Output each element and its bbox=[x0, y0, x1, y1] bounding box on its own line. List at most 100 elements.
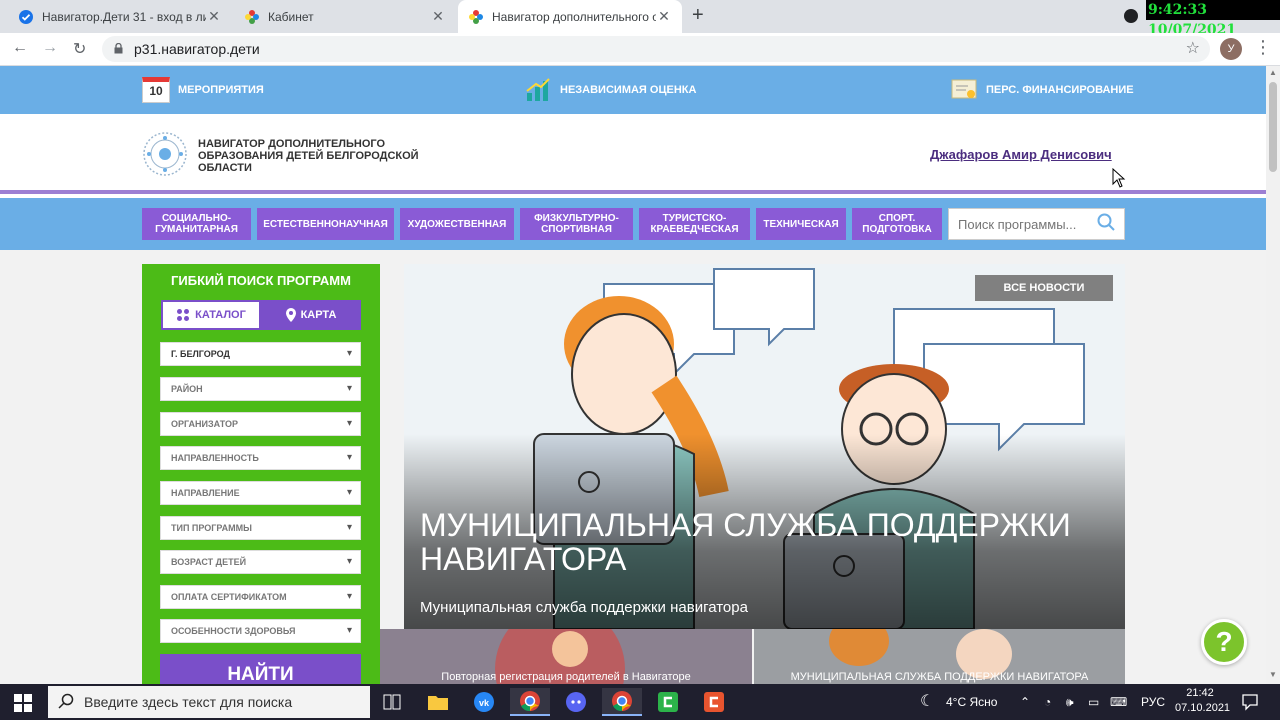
vk-glyph: vk bbox=[474, 692, 494, 712]
menu-dots-icon[interactable]: ⋮ bbox=[1254, 37, 1272, 58]
financing-label: Перс. финансирование bbox=[986, 84, 1134, 96]
navigator-logo-icon[interactable] bbox=[142, 131, 188, 177]
scrollbar-thumb[interactable] bbox=[1269, 82, 1277, 172]
select-value: Оплата сертификатом bbox=[171, 592, 287, 602]
catalog-toggle[interactable]: Каталог bbox=[161, 300, 261, 330]
taskbar-clock[interactable]: 21:42 07.10.2021 bbox=[1175, 686, 1230, 716]
chevron-down-icon: ▾ bbox=[346, 418, 352, 429]
check-circle-icon bbox=[19, 9, 33, 24]
volume-icon[interactable]: 🕪 bbox=[1066, 684, 1074, 720]
category-sport-training[interactable]: Спорт. подготовка bbox=[852, 208, 942, 240]
language-indicator[interactable]: РУС bbox=[1141, 684, 1165, 720]
windows-taskbar: Введите здесь текст для поиска vk ☾ 4°C … bbox=[0, 684, 1280, 720]
svg-text:vk: vk bbox=[479, 698, 490, 708]
category-art[interactable]: Художественная bbox=[400, 208, 514, 240]
focus-select[interactable]: Направленность ▾ bbox=[160, 446, 361, 470]
browser-tab-active[interactable]: Навигатор дополнительного об ✕ bbox=[458, 0, 682, 33]
weather-moon-icon[interactable]: ☾ bbox=[920, 684, 934, 720]
bookmark-star-icon[interactable]: ☆ bbox=[1186, 36, 1200, 62]
chrome-profile-app-icon[interactable] bbox=[602, 688, 642, 716]
recorder-app-icon[interactable] bbox=[694, 688, 734, 716]
chevron-down-icon: ▾ bbox=[346, 348, 352, 359]
address-bar[interactable]: р31.навигатор.дети ☆ bbox=[102, 36, 1210, 62]
vk-app-icon[interactable]: vk bbox=[464, 688, 504, 716]
scroll-down-icon[interactable]: ▼ bbox=[1269, 670, 1277, 679]
certificate-payment-select[interactable]: Оплата сертификатом ▾ bbox=[160, 585, 361, 609]
task-view-icon[interactable] bbox=[372, 688, 412, 716]
profile-avatar[interactable]: У bbox=[1220, 38, 1242, 60]
scroll-up-icon[interactable]: ▲ bbox=[1269, 68, 1277, 77]
browser-tab[interactable]: Навигатор.Дети 31 - вход в лич ✕ bbox=[8, 0, 232, 33]
close-icon[interactable]: ✕ bbox=[206, 8, 222, 25]
category-sport[interactable]: Физкультурно-спортивная bbox=[520, 208, 633, 240]
network-icon[interactable]: ◔ bbox=[1044, 684, 1051, 720]
chrome-app-icon[interactable] bbox=[510, 688, 550, 716]
reload-icon[interactable]: ↻ bbox=[73, 39, 86, 59]
back-arrow-icon[interactable]: ← bbox=[12, 39, 28, 57]
weather-text[interactable]: 4°C Ясно bbox=[946, 684, 997, 720]
catalog-label: Каталог bbox=[195, 309, 246, 321]
all-news-button[interactable]: Все новости bbox=[975, 275, 1113, 301]
chevron-down-icon: ▾ bbox=[346, 522, 352, 533]
file-explorer-icon[interactable] bbox=[418, 688, 458, 716]
keyboard-icon[interactable]: ⌨ bbox=[1110, 684, 1127, 720]
health-features-select[interactable]: Особенности здоровья ▾ bbox=[160, 619, 361, 643]
news-thumbnail[interactable]: Повторная регистрация родителей в Навига… bbox=[380, 629, 752, 684]
city-select[interactable]: г. Белгород ▾ bbox=[160, 342, 361, 366]
new-tab-icon[interactable]: + bbox=[692, 4, 704, 27]
grid-icon bbox=[177, 309, 190, 321]
category-social[interactable]: Социально-гуманитарная bbox=[142, 208, 251, 240]
map-label: Карта bbox=[300, 309, 337, 321]
news-banner[interactable]: Все новости Муниципальная служба поддерж… bbox=[404, 264, 1125, 629]
news-thumbnails: Повторная регистрация родителей в Навига… bbox=[380, 629, 1125, 684]
category-bar: Социально-гуманитарная Естественнонаучна… bbox=[0, 198, 1266, 250]
events-link[interactable]: 10 Мероприятия bbox=[142, 77, 264, 103]
tab-search-icon[interactable] bbox=[1124, 9, 1138, 23]
chevron-down-icon: ▾ bbox=[346, 591, 352, 602]
navigator-flower-icon bbox=[469, 9, 483, 24]
select-value: Район bbox=[171, 384, 203, 394]
windows-start-icon[interactable] bbox=[14, 694, 32, 712]
thumbnail-caption: Повторная регистрация родителей в Навига… bbox=[441, 671, 691, 683]
help-button[interactable]: ? bbox=[1201, 619, 1247, 665]
user-name-link[interactable]: Джафаров Амир Денисович bbox=[930, 147, 1112, 162]
age-select[interactable]: Возраст детей ▾ bbox=[160, 550, 361, 574]
category-technical[interactable]: Техническая bbox=[756, 208, 846, 240]
find-button[interactable]: Найти bbox=[160, 654, 361, 684]
forward-arrow-icon[interactable]: → bbox=[42, 39, 58, 57]
close-icon[interactable]: ✕ bbox=[656, 8, 672, 25]
financing-link[interactable]: Перс. финансирование bbox=[950, 77, 1134, 103]
tray-chevron-up-icon[interactable]: ⌃ bbox=[1020, 684, 1030, 720]
battery-icon[interactable]: ▭ bbox=[1088, 684, 1099, 720]
task-view-glyph bbox=[383, 694, 401, 710]
search-icon[interactable] bbox=[1097, 213, 1115, 231]
map-pin-icon bbox=[285, 308, 296, 322]
navigator-flower-icon bbox=[245, 9, 259, 24]
page-scrollbar[interactable]: ▲ ▼ bbox=[1266, 66, 1280, 684]
search-icon bbox=[58, 693, 74, 709]
discord-app-icon[interactable] bbox=[556, 688, 596, 716]
camtasia-app-icon[interactable] bbox=[648, 688, 688, 716]
top-links-bar: 10 Мероприятия Независимая оценка Перс. … bbox=[0, 66, 1266, 114]
taskbar-search[interactable]: Введите здесь текст для поиска bbox=[48, 686, 370, 718]
close-icon[interactable]: ✕ bbox=[430, 8, 446, 25]
select-value: Организатор bbox=[171, 419, 238, 429]
map-toggle[interactable]: Карта bbox=[261, 300, 361, 330]
banner-title[interactable]: Муниципальная служба поддержки навигатор… bbox=[420, 508, 1110, 576]
category-tourism[interactable]: Туристско-краеведческая bbox=[639, 208, 750, 240]
chevron-down-icon: ▾ bbox=[346, 556, 352, 567]
recorder-glyph bbox=[704, 692, 724, 712]
news-thumbnail[interactable]: МУНИЦИПАЛЬНАЯ СЛУЖБА ПОДДЕРЖКИ НАВИГАТОР… bbox=[754, 629, 1125, 684]
logo-text[interactable]: Навигатор дополнительного образования де… bbox=[198, 138, 428, 174]
organizer-select[interactable]: Организатор ▾ bbox=[160, 412, 361, 436]
direction-select[interactable]: Направление ▾ bbox=[160, 481, 361, 505]
assessment-link[interactable]: Независимая оценка bbox=[524, 77, 696, 103]
chevron-down-icon: ▾ bbox=[346, 452, 352, 463]
district-select[interactable]: Район ▾ bbox=[160, 377, 361, 401]
notifications-icon[interactable] bbox=[1241, 693, 1259, 711]
calendar-icon: 10 bbox=[142, 77, 170, 103]
program-type-select[interactable]: Тип программы ▾ bbox=[160, 516, 361, 540]
browser-tab[interactable]: Кабинет ✕ bbox=[234, 0, 456, 33]
category-science[interactable]: Естественнонаучная bbox=[257, 208, 394, 240]
chevron-down-icon: ▾ bbox=[346, 625, 352, 636]
